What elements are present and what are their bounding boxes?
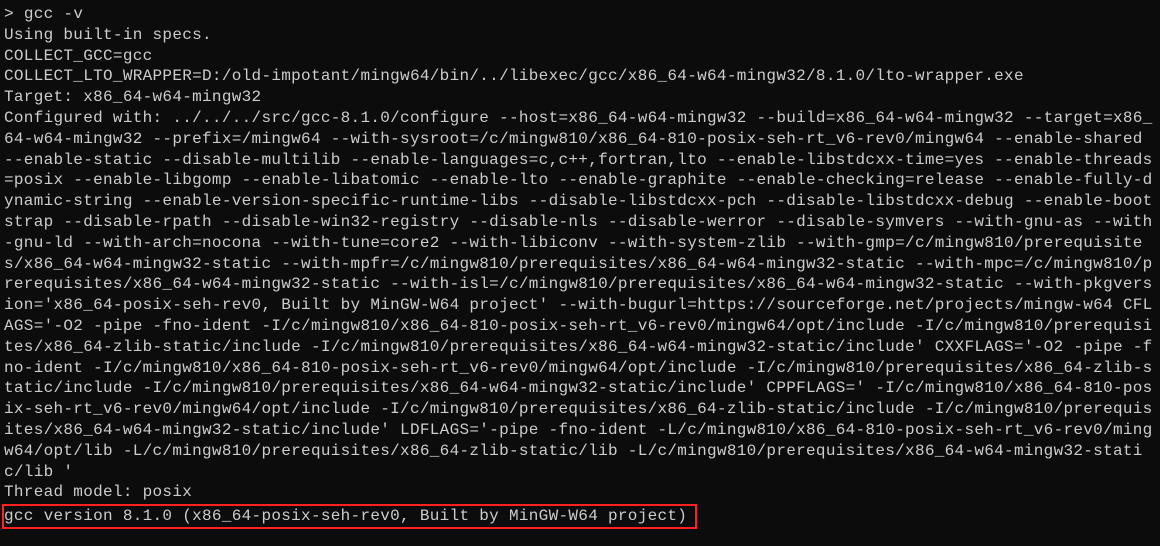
prompt-symbol: > — [4, 5, 14, 23]
terminal-command-line[interactable]: > gcc -v — [4, 4, 1156, 25]
output-line-collect-lto: COLLECT_LTO_WRAPPER=D:/old-impotant/ming… — [4, 66, 1156, 87]
output-gcc-version-highlighted: gcc version 8.1.0 (x86_64-posix-seh-rev0… — [2, 504, 697, 529]
output-line-specs: Using built-in specs. — [4, 25, 1156, 46]
output-line-collect-gcc: COLLECT_GCC=gcc — [4, 46, 1156, 67]
output-configured-with: Configured with: ../../../src/gcc-8.1.0/… — [4, 108, 1156, 482]
output-thread-model: Thread model: posix — [4, 482, 1156, 503]
output-line-target: Target: x86_64-w64-mingw32 — [4, 87, 1156, 108]
command-text: gcc -v — [24, 5, 83, 23]
